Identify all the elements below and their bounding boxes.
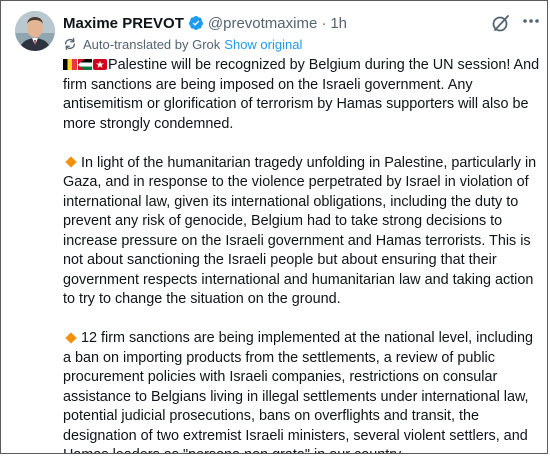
paragraph-3: 12 firm sanctions are being implemented … xyxy=(63,329,541,453)
author-name[interactable]: Maxime PREVOT xyxy=(63,15,184,32)
translate-icon xyxy=(64,37,76,51)
show-original-link[interactable]: Show original xyxy=(224,37,302,52)
separator-dot: · xyxy=(321,14,327,32)
avatar[interactable] xyxy=(15,11,55,51)
author-handle[interactable]: @prevotmaxime xyxy=(208,15,317,32)
post-body: Palestine will be recognized by Belgium … xyxy=(63,56,541,453)
translation-label: Auto-translated by Grok xyxy=(83,36,221,52)
translation-notice: Auto-translated by Grok Show original xyxy=(63,36,302,52)
paragraph-2: In light of the humanitarian tragedy unf… xyxy=(63,154,541,310)
more-icon[interactable] xyxy=(521,11,541,31)
avatar-image xyxy=(15,11,55,51)
post-header: Maxime PREVOT @prevotmaxime · 1h xyxy=(63,13,347,33)
grok-icon[interactable] xyxy=(491,13,511,33)
red-star-flag-icon xyxy=(93,59,107,70)
paragraph-1-text: Palestine will be recognized by Belgium … xyxy=(63,57,540,132)
verified-badge-icon xyxy=(188,16,203,30)
paragraph-1: Palestine will be recognized by Belgium … xyxy=(63,56,541,134)
belgium-flag-icon xyxy=(63,59,77,70)
post-timestamp[interactable]: 1h xyxy=(330,15,347,32)
paragraph-2-text: In light of the humanitarian tragedy unf… xyxy=(63,154,537,308)
paragraph-3-text: 12 firm sanctions are being implemented … xyxy=(63,330,533,453)
post-card: Maxime PREVOT @prevotmaxime · 1h Auto-tr… xyxy=(0,0,548,454)
palestine-flag-icon xyxy=(78,59,92,70)
orange-diamond-icon xyxy=(65,156,77,168)
orange-diamond-icon xyxy=(65,332,77,344)
